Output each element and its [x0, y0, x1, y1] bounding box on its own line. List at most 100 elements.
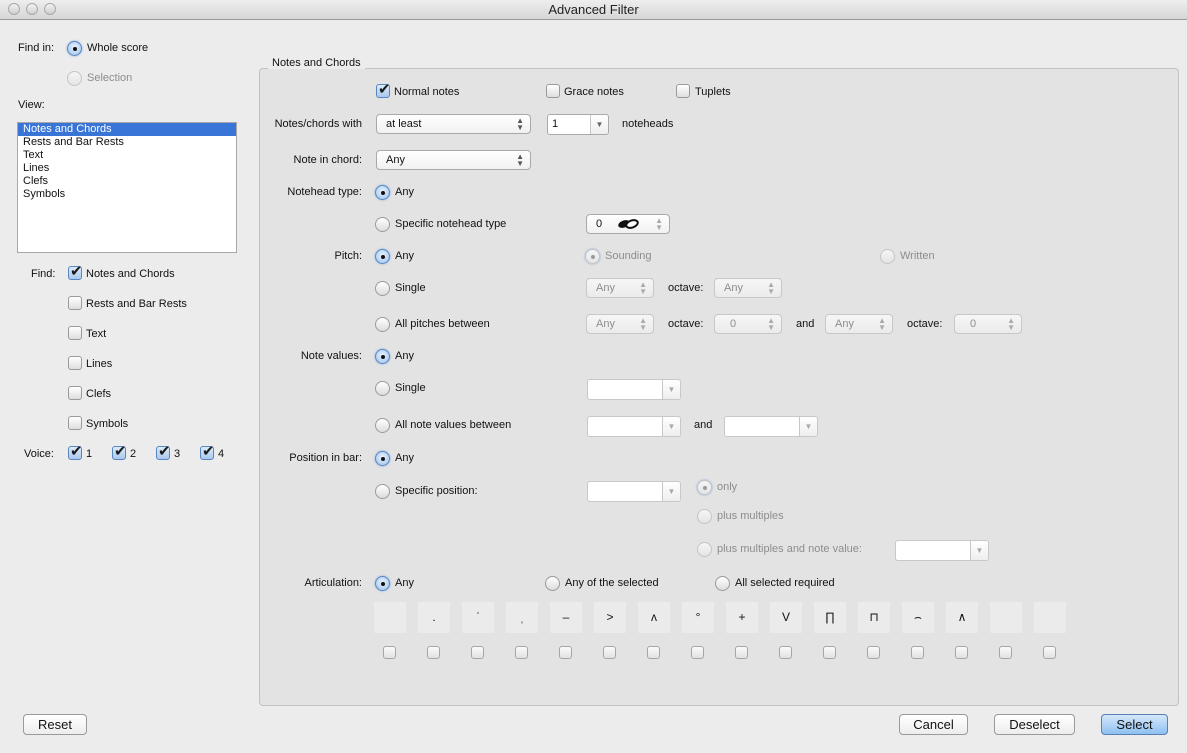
pitch-between-radio[interactable] [375, 317, 390, 332]
stepper-arrows-icon: ▲ ▼ [639, 316, 647, 332]
find-symbols-checkbox[interactable] [68, 416, 82, 430]
articulation-checkbox[interactable] [823, 646, 836, 659]
articulation-checkbox[interactable] [867, 646, 880, 659]
voice-1-checkbox[interactable] [68, 442, 83, 460]
notehead-any-radio[interactable] [375, 185, 390, 200]
select-button[interactable]: Select [1101, 714, 1168, 735]
articulation-checkbox[interactable] [647, 646, 660, 659]
position-specific-radio[interactable] [375, 484, 390, 499]
pitch-any-radio[interactable] [375, 249, 390, 264]
pitch-written-radio[interactable] [880, 249, 895, 264]
chevron-down-icon[interactable]: ▼ [590, 115, 608, 134]
articulation-any-radio[interactable] [375, 576, 390, 591]
tuplets-checkbox[interactable] [676, 84, 690, 98]
notehead-type-select[interactable]: 0 ▲ ▼ [586, 214, 670, 234]
articulation-all-required-radio[interactable] [715, 576, 730, 591]
pitch-single-select[interactable]: Any ▲ ▼ [586, 278, 654, 298]
pitch-single-octave-value: Any [724, 282, 743, 294]
articulation-checkbox[interactable] [779, 646, 792, 659]
chevron-down-icon[interactable]: ▼ [799, 417, 817, 436]
selection-label: Selection [87, 72, 133, 84]
find-clefs-label: Clefs [86, 388, 112, 400]
articulation-checkbox[interactable] [603, 646, 616, 659]
articulation-checkbox[interactable] [911, 646, 924, 659]
pitch-to-select[interactable]: Any ▲ ▼ [825, 314, 893, 334]
pitch-to-value: Any [835, 318, 854, 330]
articulation-any-selected-radio[interactable] [545, 576, 560, 591]
position-note-value-combo[interactable]: ▼ [895, 540, 989, 561]
selection-radio[interactable] [67, 71, 82, 86]
position-any-radio[interactable] [375, 451, 390, 466]
pitch-from-select[interactable]: Any ▲ ▼ [586, 314, 654, 334]
articulation-checkbox[interactable] [955, 646, 968, 659]
pitch-single-value: Any [596, 282, 615, 294]
notes-chords-mode-value: at least [386, 118, 422, 130]
find-text-label: Text [86, 328, 107, 340]
note-values-any-label: Any [395, 350, 414, 362]
chevron-down-icon[interactable]: ▼ [662, 417, 680, 436]
position-specific-combo[interactable]: ▼ [587, 481, 681, 502]
view-item-rests[interactable]: Rests and Bar Rests [18, 136, 236, 149]
articulation-checkbox[interactable] [999, 646, 1012, 659]
articulation-checkbox[interactable] [691, 646, 704, 659]
pitch-from-octave-select[interactable]: 0 ▲ ▼ [714, 314, 782, 334]
pitch-single-radio[interactable] [375, 281, 390, 296]
pitch-sounding-radio[interactable] [585, 249, 600, 264]
voice-3-checkbox[interactable] [156, 442, 171, 460]
position-plus-multiples-radio[interactable] [697, 509, 712, 524]
notehead-type-value: 0 [596, 218, 603, 230]
pitch-to-octave-select[interactable]: 0 ▲ ▼ [954, 314, 1022, 334]
note-values-between-radio[interactable] [375, 418, 390, 433]
articulation-checkbox[interactable] [383, 646, 396, 659]
view-item-symbols[interactable]: Symbols [18, 188, 236, 201]
chevron-down-icon[interactable]: ▼ [970, 541, 988, 560]
note-value-to-combo[interactable]: ▼ [724, 416, 818, 437]
note-values-any-radio[interactable] [375, 349, 390, 364]
pitch-single-octave-select[interactable]: Any ▲ ▼ [714, 278, 782, 298]
articulation-checkbox[interactable] [471, 646, 484, 659]
note-value-single-combo[interactable]: ▼ [587, 379, 681, 400]
position-only-radio[interactable] [697, 480, 712, 495]
view-list[interactable]: Notes and Chords Rests and Bar Rests Tex… [17, 122, 237, 253]
voice-4-checkbox[interactable] [200, 442, 215, 460]
articulation-checkbox[interactable] [559, 646, 572, 659]
view-item-clefs[interactable]: Clefs [18, 175, 236, 188]
normal-notes-label: Normal notes [394, 86, 460, 98]
note-in-chord-select[interactable]: Any ▲ ▼ [376, 150, 531, 170]
voice-2-checkbox[interactable] [112, 442, 127, 460]
pitch-any-label: Any [395, 250, 414, 262]
position-plus-multiples-note-radio[interactable] [697, 542, 712, 557]
pitch-from-octave-value: 0 [730, 318, 737, 330]
panel-title: Notes and Chords [268, 57, 365, 69]
find-notes-checkbox[interactable] [68, 262, 83, 280]
whole-score-radio[interactable] [67, 41, 82, 56]
note-values-and-label: and [694, 419, 713, 431]
find-label: Find: [31, 268, 56, 280]
find-clefs-checkbox[interactable] [68, 386, 82, 400]
cancel-button[interactable]: Cancel [899, 714, 968, 735]
whole-score-label: Whole score [87, 42, 149, 54]
chevron-down-icon[interactable]: ▼ [662, 380, 680, 399]
normal-notes-checkbox[interactable] [376, 80, 391, 98]
articulation-checkbox[interactable] [1043, 646, 1056, 659]
articulation-checkbox[interactable] [427, 646, 440, 659]
articulation-checkbox[interactable] [735, 646, 748, 659]
view-item-text[interactable]: Text [18, 149, 236, 162]
find-lines-checkbox[interactable] [68, 356, 82, 370]
note-value-from-combo[interactable]: ▼ [587, 416, 681, 437]
deselect-button[interactable]: Deselect [994, 714, 1075, 735]
notes-chords-mode-select[interactable]: at least ▲ ▼ [376, 114, 531, 134]
notehead-count-combo[interactable]: 1 ▼ [547, 114, 609, 135]
voice-3-label: 3 [174, 448, 181, 460]
chevron-down-icon[interactable]: ▼ [662, 482, 680, 501]
notehead-specific-radio[interactable] [375, 217, 390, 232]
view-item-notes-and-chords[interactable]: Notes and Chords [18, 123, 236, 136]
plus-icon: + [726, 602, 758, 633]
note-values-single-radio[interactable] [375, 381, 390, 396]
grace-notes-checkbox[interactable] [546, 84, 560, 98]
articulation-checkbox[interactable] [515, 646, 528, 659]
find-text-checkbox[interactable] [68, 326, 82, 340]
view-item-lines[interactable]: Lines [18, 162, 236, 175]
reset-button[interactable]: Reset [23, 714, 87, 735]
find-rests-checkbox[interactable] [68, 296, 82, 310]
